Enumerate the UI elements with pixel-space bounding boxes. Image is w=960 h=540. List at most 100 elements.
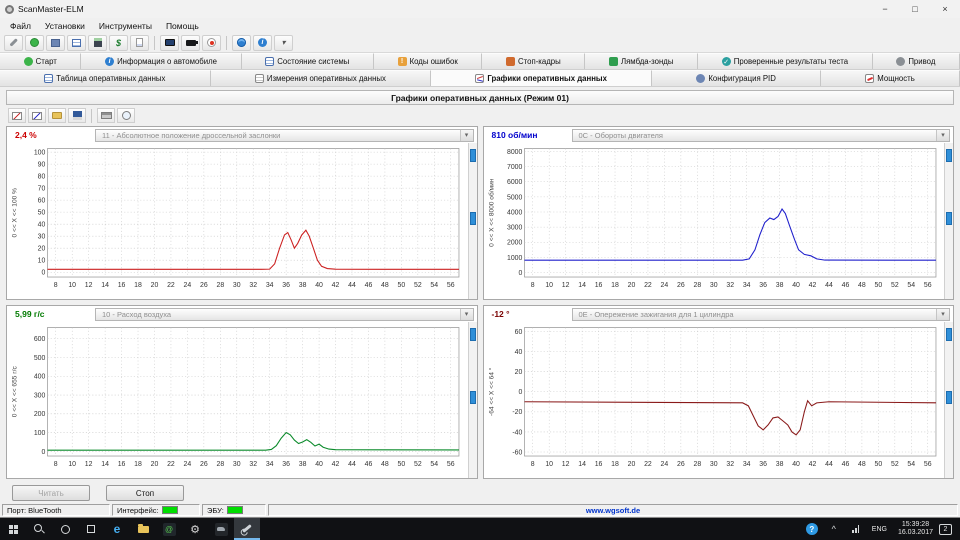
tab-live-data-graphs[interactable]: Графики оперативных данных bbox=[431, 70, 653, 86]
start-button[interactable] bbox=[0, 518, 26, 540]
svg-text:100: 100 bbox=[34, 430, 46, 437]
dropdown-arrow-icon[interactable]: ▾ bbox=[274, 34, 293, 51]
website-link[interactable]: www.wgsoft.de bbox=[586, 506, 640, 515]
chevron-down-icon[interactable]: ▾ bbox=[936, 308, 949, 320]
pid-config-icon bbox=[696, 74, 706, 83]
graph-config-red-icon[interactable] bbox=[8, 108, 26, 123]
chart-scale-slider[interactable] bbox=[944, 143, 953, 299]
svg-text:12: 12 bbox=[561, 282, 569, 289]
tab-power[interactable]: Мощность bbox=[821, 70, 960, 86]
connect-icon[interactable] bbox=[25, 34, 44, 51]
tab-live-data-table[interactable]: Таблица оперативных данных bbox=[0, 70, 211, 86]
svg-text:14: 14 bbox=[101, 461, 109, 468]
save-icon[interactable] bbox=[68, 108, 86, 123]
tab-system-status[interactable]: Состояние системы bbox=[241, 53, 374, 69]
notes-icon[interactable] bbox=[130, 34, 149, 51]
menu-help[interactable]: Помощь bbox=[159, 21, 206, 31]
minimize-button[interactable]: − bbox=[870, 0, 900, 18]
toolbar-separator bbox=[226, 35, 227, 50]
chart-scale-slider[interactable] bbox=[467, 143, 477, 299]
help-icon: ? bbox=[805, 523, 818, 535]
svg-text:28: 28 bbox=[216, 282, 224, 289]
chart-plot: -60 -40 -20 0 20 40 60 8 10 12 14 16 18 20 22 24 26 28 30 3… bbox=[484, 322, 945, 478]
tab-start[interactable]: Старт bbox=[0, 53, 82, 69]
svg-text:50: 50 bbox=[874, 282, 882, 289]
svg-text:42: 42 bbox=[808, 282, 816, 289]
tab-lambda-sensors[interactable]: Лямбда-зонды bbox=[585, 53, 699, 69]
stop-button[interactable]: Стоп bbox=[106, 485, 184, 501]
data-table-icon[interactable] bbox=[67, 34, 86, 51]
task-view-button[interactable] bbox=[78, 518, 104, 540]
notification-badge[interactable]: 2 bbox=[939, 523, 952, 535]
action-buttons: Читать Стоп bbox=[0, 483, 960, 503]
menu-tools[interactable]: Инструменты bbox=[92, 21, 159, 31]
svg-text:42: 42 bbox=[332, 282, 340, 289]
status-bar: Порт: BlueTooth Интерфейс: ЭБУ: www.wgso… bbox=[0, 503, 960, 517]
car-app-button[interactable] bbox=[208, 518, 234, 540]
svg-text:-40: -40 bbox=[512, 429, 522, 436]
svg-text:52: 52 bbox=[414, 282, 422, 289]
svg-text:22: 22 bbox=[167, 461, 175, 468]
svg-text:32: 32 bbox=[726, 461, 734, 468]
interface-led bbox=[161, 506, 178, 514]
print-preview-icon[interactable] bbox=[117, 108, 135, 123]
pid-selector[interactable]: 0C - Обороты двигателя ▾ bbox=[571, 128, 950, 142]
svg-text:22: 22 bbox=[644, 461, 652, 468]
graph-config-blue-icon[interactable] bbox=[28, 108, 46, 123]
settings-wrench-icon[interactable] bbox=[4, 34, 23, 51]
svg-text:0 << X << 655 г/с: 0 << X << 655 г/с bbox=[12, 365, 19, 417]
open-icon[interactable] bbox=[48, 108, 66, 123]
info-icon[interactable]: i bbox=[253, 34, 272, 51]
mail-app-button[interactable]: @ bbox=[156, 518, 182, 540]
pid-selector[interactable]: 11 - Абсолютное положение дроссельной за… bbox=[95, 128, 474, 142]
tab-trouble-codes[interactable]: ! Коды ошибок bbox=[373, 53, 483, 69]
tab-test-results[interactable]: ✓ Проверенные результаты теста bbox=[698, 53, 873, 69]
cortana-button[interactable] bbox=[52, 518, 78, 540]
chart-scale-slider[interactable] bbox=[467, 322, 477, 478]
web-globe-icon[interactable] bbox=[232, 34, 251, 51]
chevron-down-icon[interactable]: ▾ bbox=[459, 308, 473, 320]
calculator-icon[interactable] bbox=[88, 34, 107, 51]
chevron-down-icon[interactable]: ▾ bbox=[459, 129, 473, 141]
edge-app-button[interactable]: e bbox=[104, 518, 130, 540]
help-tray-button[interactable]: ? bbox=[801, 523, 823, 535]
svg-text:8000: 8000 bbox=[507, 149, 522, 156]
scanmaster-app-button[interactable] bbox=[234, 518, 260, 540]
svg-text:48: 48 bbox=[858, 282, 866, 289]
svg-text:-20: -20 bbox=[512, 409, 522, 416]
record-icon[interactable] bbox=[202, 34, 221, 51]
svg-text:90: 90 bbox=[38, 161, 46, 168]
taskbar-clock[interactable]: 15:39:28 16.03.2017 bbox=[892, 521, 939, 538]
menu-settings[interactable]: Установки bbox=[38, 21, 92, 31]
print-icon[interactable] bbox=[97, 108, 115, 123]
tab-pid-config[interactable]: Конфигурация PID bbox=[652, 70, 822, 86]
read-button[interactable]: Читать bbox=[12, 485, 90, 501]
currency-icon[interactable]: $ bbox=[109, 34, 128, 51]
status-port: Порт: BlueTooth bbox=[2, 504, 110, 516]
svg-text:52: 52 bbox=[890, 282, 898, 289]
search-button[interactable] bbox=[26, 518, 52, 540]
chevron-down-icon[interactable]: ▾ bbox=[936, 129, 949, 141]
pid-selector[interactable]: 0E - Опережение зажигания для 1 цилиндра… bbox=[571, 307, 950, 321]
close-button[interactable]: × bbox=[930, 0, 960, 18]
menu-file[interactable]: Файл bbox=[3, 21, 38, 31]
svg-text:400: 400 bbox=[34, 374, 46, 381]
tab-drive[interactable]: Привод bbox=[872, 53, 960, 69]
tray-expand-button[interactable]: ^ bbox=[823, 524, 845, 534]
language-indicator[interactable]: ENG bbox=[867, 526, 892, 533]
svg-text:26: 26 bbox=[677, 282, 685, 289]
settings-app-button[interactable]: ⚙ bbox=[182, 518, 208, 540]
tab-live-data-measurements[interactable]: Измерения оперативных данных bbox=[210, 70, 432, 86]
tab-vehicle-info[interactable]: i Информация о автомобиле bbox=[81, 53, 242, 69]
ecu-chip-icon[interactable] bbox=[46, 34, 65, 51]
file-explorer-button[interactable] bbox=[130, 518, 156, 540]
maximize-button[interactable]: □ bbox=[900, 0, 930, 18]
tab-freeze-frames[interactable]: Стоп-кадры bbox=[482, 53, 586, 69]
network-tray-button[interactable] bbox=[845, 525, 867, 533]
chart-header: -12 ° 0E - Опережение зажигания для 1 ци… bbox=[484, 306, 954, 322]
svg-text:46: 46 bbox=[841, 461, 849, 468]
battery-icon[interactable] bbox=[181, 34, 200, 51]
pid-selector[interactable]: 10 - Расход воздуха ▾ bbox=[95, 307, 474, 321]
chart-scale-slider[interactable] bbox=[944, 322, 953, 478]
display-icon[interactable] bbox=[160, 34, 179, 51]
